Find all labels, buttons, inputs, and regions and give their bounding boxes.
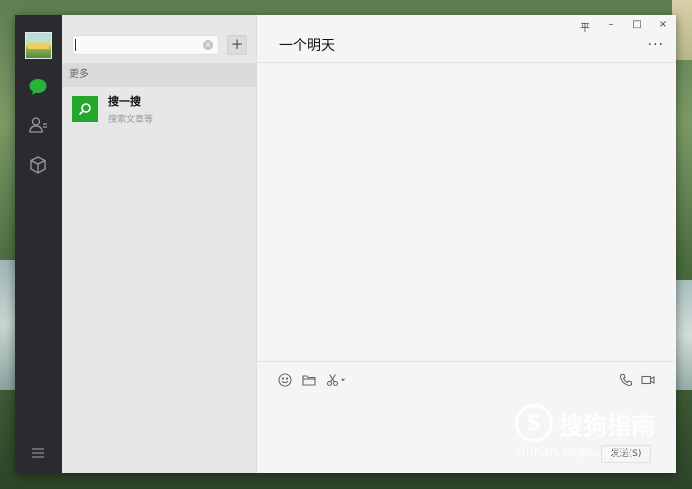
chevron-down-icon[interactable] (339, 372, 347, 388)
close-button[interactable]: × (656, 19, 670, 30)
more-options-button[interactable]: ··· (648, 37, 664, 53)
message-area (257, 63, 676, 361)
menu-icon[interactable] (28, 443, 48, 463)
text-caret (75, 39, 76, 51)
nav-sidebar (15, 15, 62, 473)
search-input[interactable]: × (72, 35, 219, 55)
chat-title: 一个明天 (279, 38, 335, 54)
emoji-icon[interactable] (277, 372, 293, 388)
maximize-button[interactable]: □ (630, 19, 644, 30)
folder-icon[interactable] (301, 372, 317, 388)
add-button[interactable]: + (227, 35, 247, 55)
list-item-title: 搜一搜 (108, 95, 141, 108)
chat-icon[interactable] (28, 77, 48, 97)
sogou-watermark: S 搜狗指南 zhinan.sogou.com (515, 402, 670, 462)
list-item-subtitle: 搜索文章等 (108, 115, 154, 125)
search-icon (72, 96, 98, 122)
avatar[interactable] (25, 32, 52, 59)
phone-icon[interactable] (618, 372, 634, 388)
contacts-icon[interactable] (28, 115, 48, 135)
watermark-text: 搜狗指南 (559, 412, 655, 440)
chat-header: 一个明天 ··· 平 – □ × (257, 15, 676, 63)
search-panel: × + 更多 搜一搜 搜索文章等 (62, 15, 257, 473)
clear-search-button[interactable]: × (203, 40, 213, 50)
watermark-logo: S (515, 404, 553, 442)
avatar-tag (28, 43, 49, 49)
pin-button[interactable]: 平 (578, 19, 592, 34)
watermark-url: zhinan.sogou.com (515, 445, 633, 459)
minimize-button[interactable]: – (604, 19, 618, 30)
section-header-more: 更多 (62, 63, 256, 87)
video-call-icon[interactable] (640, 372, 656, 388)
favorites-icon[interactable] (28, 155, 48, 175)
list-item-search[interactable]: 搜一搜 搜索文章等 (62, 87, 256, 131)
